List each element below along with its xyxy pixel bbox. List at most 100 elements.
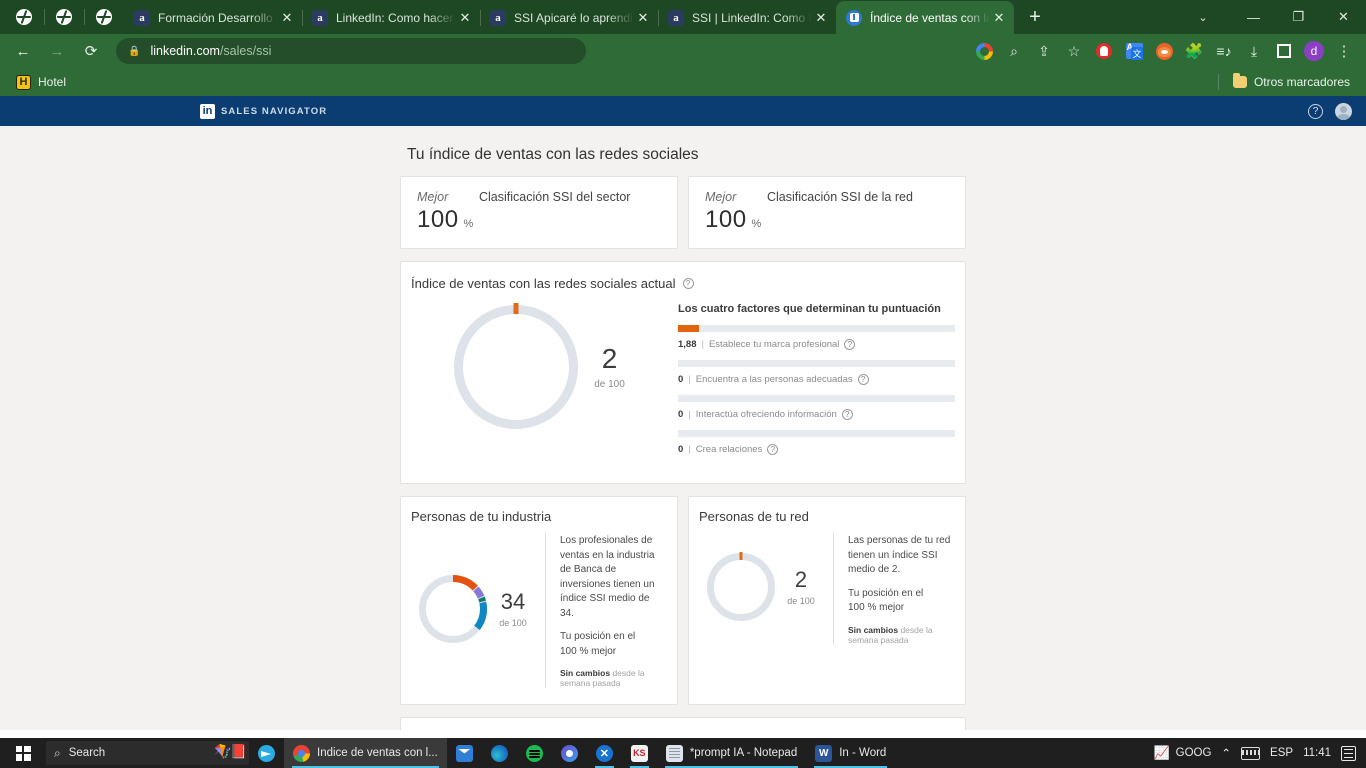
amazon-icon: a: [490, 9, 506, 26]
question-mark-icon[interactable]: ?: [841, 409, 853, 420]
taskbar-app-powertoys[interactable]: [552, 738, 587, 768]
extensions-puzzle-icon[interactable]: 🧩: [1180, 37, 1208, 65]
browser-tab-1[interactable]: a Formación Desarrollo Pe ✕: [124, 1, 302, 34]
downloads-icon[interactable]: ⤓: [1240, 37, 1268, 65]
question-mark-icon[interactable]: ?: [682, 278, 694, 289]
industry-donut-chart: 34 de 100: [401, 532, 546, 688]
taskbar-app-edge[interactable]: [482, 738, 517, 768]
close-icon[interactable]: ✕: [456, 9, 474, 27]
browser-tab-3[interactable]: a SSI Apicaré lo aprendido ✕: [480, 1, 658, 34]
factor-separator: |: [688, 444, 691, 455]
share-icon[interactable]: ⇪: [1030, 37, 1058, 65]
sales-navigator-logo[interactable]: in SALES NAVIGATOR: [200, 103, 328, 119]
current-ssi-title: Índice de ventas con las redes sociales …: [411, 276, 676, 291]
taskbar-app-notepad[interactable]: *prompt IA - Notepad: [657, 738, 806, 768]
bookmark-other-folder[interactable]: Otros marcadores: [1227, 73, 1356, 91]
ssi-score-of: de 100: [594, 378, 625, 390]
browser-tab-5-active[interactable]: Índice de ventas con las ✕: [836, 1, 1014, 34]
close-icon[interactable]: ✕: [990, 9, 1008, 27]
clock[interactable]: 11:41: [1303, 747, 1331, 759]
maximize-button[interactable]: ❐: [1276, 0, 1321, 34]
playlist-icon[interactable]: ≡♪: [1210, 37, 1238, 65]
network-score-block: 2 de 100: [787, 568, 815, 606]
minimize-button[interactable]: —: [1231, 0, 1276, 34]
back-icon[interactable]: ←: [8, 37, 38, 65]
notifications-icon[interactable]: [1341, 745, 1356, 761]
pinned-tab-3[interactable]: [84, 0, 124, 34]
industry-peers-text: Los profesionales de ventas en la indust…: [546, 532, 677, 688]
question-mark-icon[interactable]: ?: [1308, 103, 1323, 119]
pinned-tab-1[interactable]: [4, 0, 44, 34]
windows-start-icon[interactable]: [0, 738, 46, 768]
taskbar-app-word[interactable]: W In - Word: [806, 738, 895, 768]
keyboard-icon[interactable]: [1241, 746, 1261, 760]
network-change: Sin cambios desde la semana pasada: [848, 625, 953, 645]
factor-bar-track: [678, 325, 955, 332]
bookmark-star-icon[interactable]: ☆: [1060, 37, 1088, 65]
close-icon[interactable]: ✕: [278, 9, 296, 27]
close-icon[interactable]: ✕: [812, 9, 830, 27]
forward-icon[interactable]: →: [42, 37, 72, 65]
sales-navigator-wordmark: SALES NAVIGATOR: [221, 105, 328, 117]
factor-label-row: 1,88 | Establece tu marca profesional ?: [678, 339, 955, 350]
question-mark-icon[interactable]: ?: [844, 339, 856, 350]
taskbar-app-spotify[interactable]: [517, 738, 552, 768]
rank-label: Clasificación SSI de la red: [767, 190, 913, 204]
taskbar-app-xl[interactable]: ✕: [587, 738, 622, 768]
close-icon[interactable]: ✕: [634, 9, 652, 27]
url-path: /sales/ssi: [219, 44, 272, 58]
tray-chevron-up-icon[interactable]: ⌃: [1221, 746, 1231, 760]
bookmark-hotel[interactable]: H Hotel: [10, 73, 72, 92]
google-translate-icon[interactable]: [1120, 37, 1148, 65]
factor-bar-track: [678, 360, 955, 367]
factor-name: Encuentra a las personas adecuadas: [695, 374, 853, 385]
taskbar-app-kaspersky[interactable]: KS: [622, 738, 657, 768]
folder-icon: [1232, 73, 1247, 88]
google-icon[interactable]: [970, 37, 998, 65]
industry-position-line1: Tu posición en el: [560, 631, 636, 642]
search-icon[interactable]: ⌕: [1000, 37, 1028, 65]
chevron-down-icon[interactable]: ⌄: [1175, 0, 1231, 34]
network-donut-chart: 2 de 100: [689, 532, 834, 645]
profile-avatar-icon[interactable]: d: [1300, 37, 1328, 65]
search-input[interactable]: ⌕ Search 🪁📕: [46, 741, 249, 765]
stock-widget[interactable]: 📈 GOOG: [1153, 745, 1211, 761]
language-indicator[interactable]: ESP: [1270, 747, 1293, 759]
powertoys-icon: [560, 744, 578, 762]
browser-tab-2[interactable]: a LinkedIn: Como hacer qu ✕: [302, 1, 480, 34]
factor-name: Establece tu marca profesional: [708, 339, 840, 350]
url-host: linkedin.com: [150, 44, 220, 58]
network-peers-card: Personas de tu red 2 de 100 Las personas…: [688, 496, 966, 705]
factors-title: Los cuatro factores que determinan tu pu…: [678, 303, 941, 315]
reading-list-icon[interactable]: [1270, 37, 1298, 65]
chrome-menu-icon[interactable]: ⋮: [1330, 37, 1358, 65]
user-avatar-icon[interactable]: [1335, 102, 1352, 120]
network-score-of: de 100: [787, 595, 815, 606]
question-mark-icon[interactable]: ?: [767, 444, 779, 455]
new-tab-button[interactable]: +: [1020, 2, 1050, 32]
word-icon: W: [815, 744, 833, 762]
edge-icon: [490, 744, 508, 762]
adblock-icon[interactable]: [1090, 37, 1118, 65]
network-peers-text: Las personas de tu red tienen un índice …: [834, 532, 965, 645]
browser-tab-4[interactable]: a SSI | LinkedIn: Como hac ✕: [658, 1, 836, 34]
address-bar[interactable]: 🔒 linkedin.com/sales/ssi: [116, 38, 586, 64]
question-mark-icon[interactable]: ?: [857, 374, 869, 385]
taskbar-app-telegram[interactable]: [249, 738, 284, 768]
network-change-status: Sin cambios: [848, 624, 899, 635]
metamask-fox-icon[interactable]: [1150, 37, 1178, 65]
score-tick-marker: [739, 552, 743, 561]
system-tray: 📈 GOOG ⌃ ESP 11:41: [1153, 745, 1366, 761]
peer-cards-row: Personas de tu industria 34 de 100 Los p…: [400, 496, 966, 705]
pinned-tab-2[interactable]: [44, 0, 84, 34]
window-controls: ⌄ — ❐ ✕: [1175, 0, 1366, 34]
industry-score-block: 34 de 100: [499, 590, 527, 628]
factor-separator: |: [701, 339, 704, 350]
taskbar-app-mail[interactable]: [447, 738, 482, 768]
tab-title: SSI Apicaré lo aprendido: [514, 10, 634, 25]
industry-peers-card: Personas de tu industria 34 de 100 Los p…: [400, 496, 678, 705]
page-title: Tu índice de ventas con las redes social…: [407, 146, 699, 163]
taskbar-app-chrome[interactable]: Índice de ventas con l...: [284, 738, 447, 768]
reload-icon[interactable]: ⟳: [76, 37, 106, 65]
close-window-button[interactable]: ✕: [1321, 0, 1366, 34]
